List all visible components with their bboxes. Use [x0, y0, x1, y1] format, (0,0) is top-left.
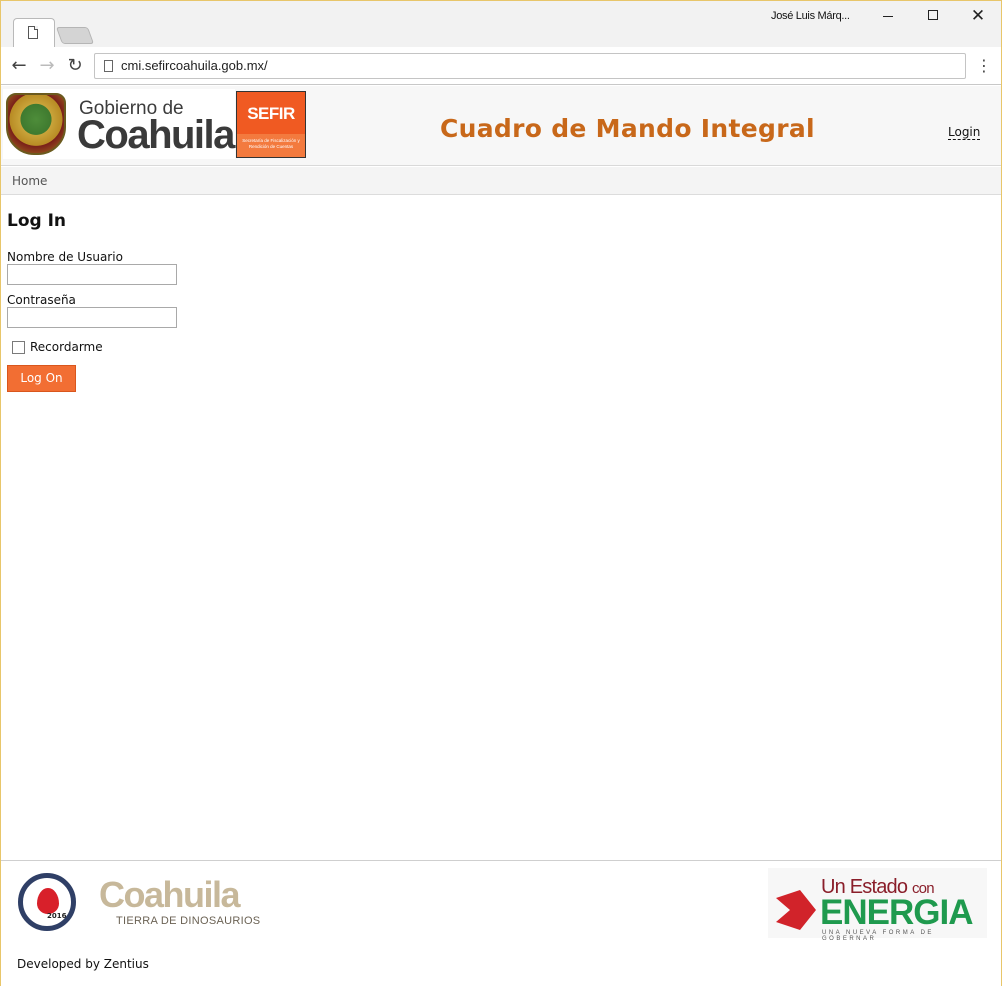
reload-button[interactable]: ↻ — [64, 55, 86, 77]
password-input[interactable] — [7, 307, 177, 328]
browser-menu-button[interactable]: ⋮ — [976, 56, 992, 76]
gov-logo-line2: Coahuila — [77, 113, 235, 157]
energia-arrow-icon — [776, 890, 816, 930]
badge-2016-icon: 2016 — [18, 873, 76, 931]
site-header: Gobierno de Coahuila SEFIR Secretaría de… — [1, 86, 1001, 166]
close-window-button[interactable]: ✕ — [956, 5, 1000, 27]
username-input[interactable] — [7, 264, 177, 285]
sefir-logo-subtitle: Secretaría de Fiscalización y Rendición … — [242, 138, 300, 149]
energia-tagline: UNA NUEVA FORMA DE GOBERNAR — [822, 930, 934, 942]
coahuila-tierra-dinosaurios-logo: 2016 Coahuila TIERRA DE DINOSAURIOS — [15, 869, 266, 933]
coahuila-word: Coahuila — [99, 874, 241, 915]
gobierno-coahuila-logo: Gobierno de Coahuila — [3, 89, 235, 159]
maximize-button[interactable] — [911, 5, 955, 27]
page-info-icon[interactable] — [104, 60, 113, 72]
profile-name[interactable]: José Luis Márq... — [771, 10, 850, 22]
login-form-title: Log In — [7, 211, 67, 231]
browser-tab[interactable] — [13, 18, 55, 48]
coahuila-seal-icon — [6, 93, 66, 155]
username-label: Nombre de Usuario — [7, 250, 123, 264]
page-icon — [28, 26, 38, 39]
remember-me-checkbox[interactable] — [12, 341, 25, 354]
sefir-logo-title: SEFIR — [247, 104, 295, 123]
sefir-logo: SEFIR Secretaría de Fiscalización y Rend… — [236, 91, 306, 158]
breadcrumb: Home — [1, 167, 1001, 195]
energia-main-text: ENERGIA — [820, 893, 973, 932]
new-tab-button[interactable] — [55, 27, 95, 44]
badge-year: 2016 — [47, 912, 67, 920]
un-estado-con-energia-logo: Un Estado con ENERGIA UNA NUEVA FORMA DE… — [768, 868, 987, 942]
remember-me-label[interactable]: Recordarme — [30, 340, 103, 354]
minimize-button[interactable] — [865, 5, 909, 27]
breadcrumb-home-link[interactable]: Home — [12, 174, 47, 188]
browser-toolbar: ← → ↻ cmi.sefircoahuila.gob.mx/ ⋮ — [1, 47, 1001, 85]
address-bar[interactable]: cmi.sefircoahuila.gob.mx/ — [94, 53, 966, 79]
developed-by-text: Developed by Zentius — [17, 957, 149, 971]
red-drop-icon — [37, 888, 59, 914]
browser-titlebar: José Luis Márq... ✕ — [1, 1, 1001, 48]
login-link[interactable]: Login — [948, 125, 981, 140]
back-button[interactable]: ← — [8, 55, 30, 77]
site-footer: 2016 Coahuila TIERRA DE DINOSAURIOS Un E… — [1, 860, 1001, 986]
coahuila-tagline: TIERRA DE DINOSAURIOS — [116, 915, 261, 927]
password-label: Contraseña — [7, 293, 76, 307]
sefir-logo-strip: Secretaría de Fiscalización y Rendición … — [237, 134, 305, 157]
address-url[interactable]: cmi.sefircoahuila.gob.mx/ — [121, 58, 268, 73]
forward-button[interactable]: → — [36, 55, 58, 77]
log-on-button[interactable]: Log On — [7, 365, 76, 392]
page-title: Cuadro de Mando Integral — [440, 114, 815, 143]
